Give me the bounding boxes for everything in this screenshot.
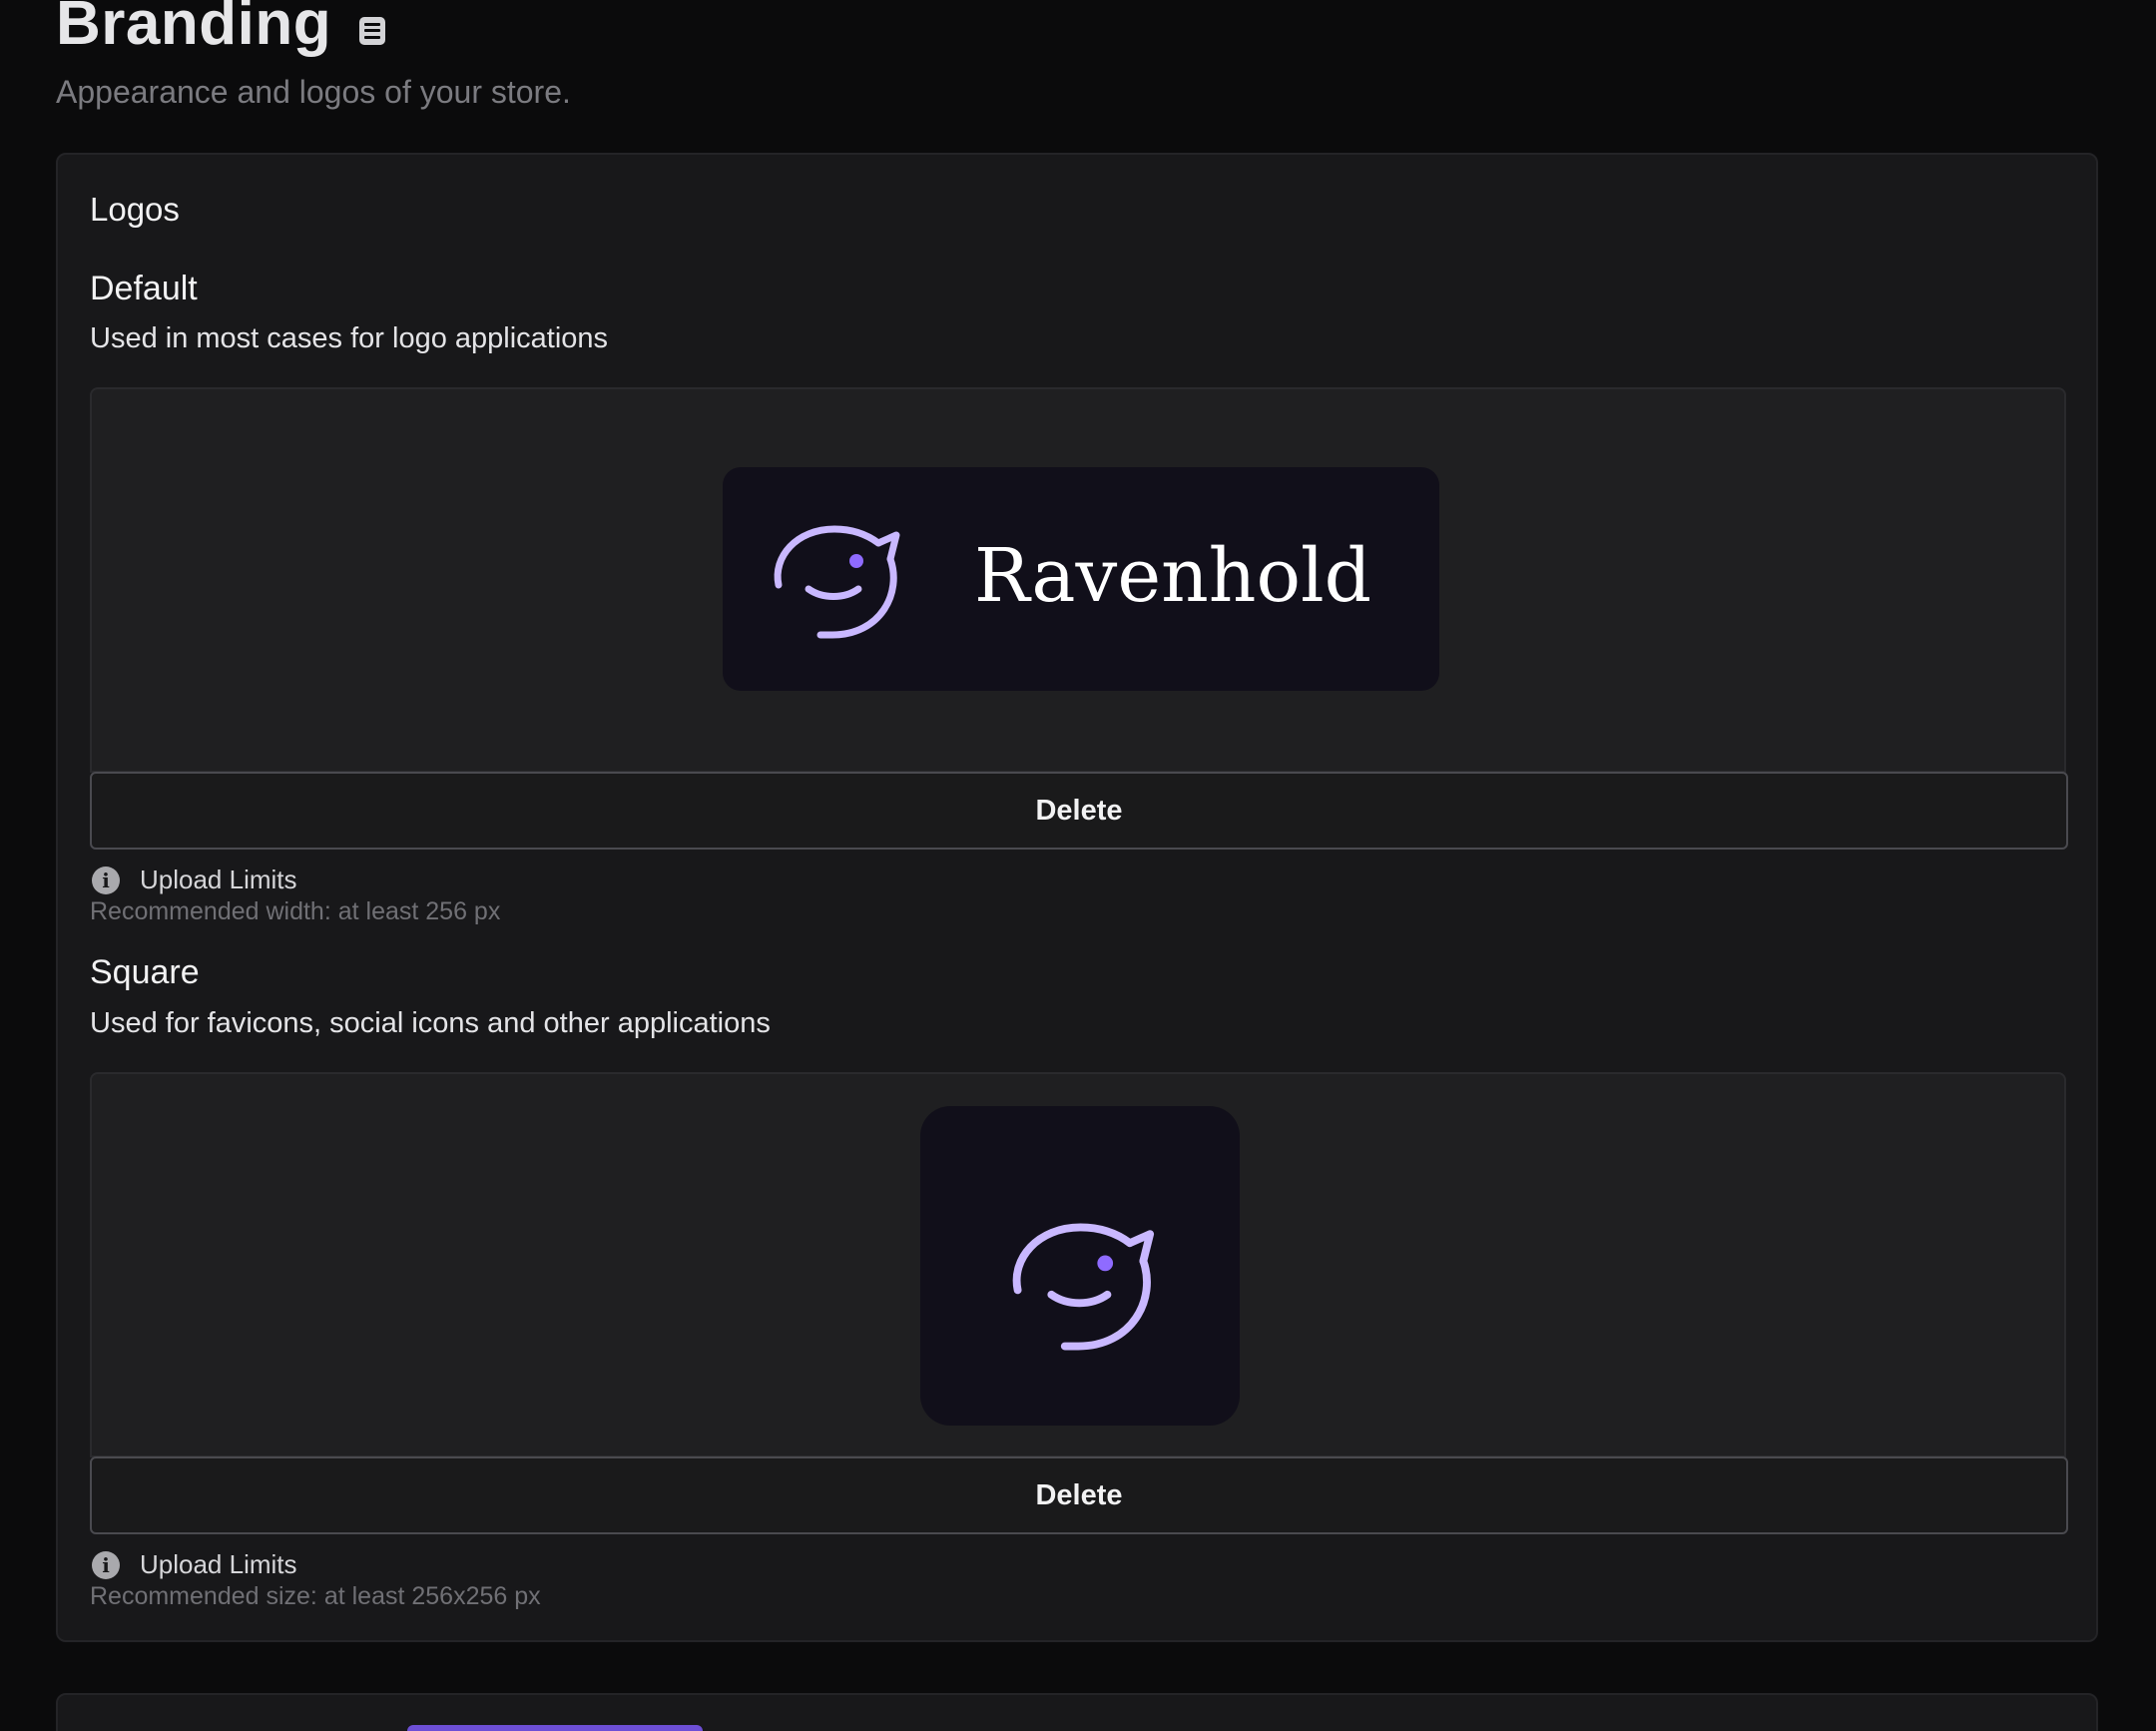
delete-square-logo-button[interactable]: Delete xyxy=(90,1456,2068,1534)
delete-default-logo-button[interactable]: Delete xyxy=(90,772,2068,850)
square-upload-limits: i Upload Limits xyxy=(90,1549,297,1580)
square-logo-preview xyxy=(920,1106,1240,1426)
square-logo-dropzone[interactable] xyxy=(90,1072,2066,1457)
default-logo-preview: Ravenhold xyxy=(723,467,1439,691)
default-logo-description: Used in most cases for logo applications xyxy=(90,322,609,354)
raven-logo-mark-icon xyxy=(774,525,900,639)
logo-wordmark: Ravenhold xyxy=(974,533,1372,619)
logos-card-title: Logos xyxy=(90,191,180,228)
square-logo-title: Square xyxy=(90,953,200,991)
book-icon[interactable] xyxy=(355,14,389,48)
default-upload-limits: i Upload Limits xyxy=(90,865,297,895)
default-upload-limits-text: Recommended width: at least 256 px xyxy=(90,897,501,925)
raven-logo-mark-icon xyxy=(1012,1223,1155,1351)
default-logo-dropzone[interactable]: Ravenhold xyxy=(90,387,2066,773)
title-row: Branding xyxy=(56,0,571,66)
upload-limits-label: Upload Limits xyxy=(140,1549,297,1579)
branding-page: Branding Appearance and logos of your st… xyxy=(0,0,2156,1731)
default-logo-title: Default xyxy=(90,270,198,307)
info-icon: i xyxy=(92,1550,120,1579)
page-title: Branding xyxy=(56,0,332,58)
info-icon: i xyxy=(92,866,120,894)
next-card-accent xyxy=(407,1725,703,1731)
upload-limits-label: Upload Limits xyxy=(140,865,297,894)
square-logo-description: Used for favicons, social icons and othe… xyxy=(90,1007,771,1039)
page-header: Branding Appearance and logos of your st… xyxy=(56,0,571,111)
logos-card: Logos Default Used in most cases for log… xyxy=(56,153,2098,1642)
next-card xyxy=(56,1693,2098,1731)
square-upload-limits-text: Recommended size: at least 256x256 px xyxy=(90,1582,541,1610)
page-subtitle: Appearance and logos of your store. xyxy=(56,74,571,110)
